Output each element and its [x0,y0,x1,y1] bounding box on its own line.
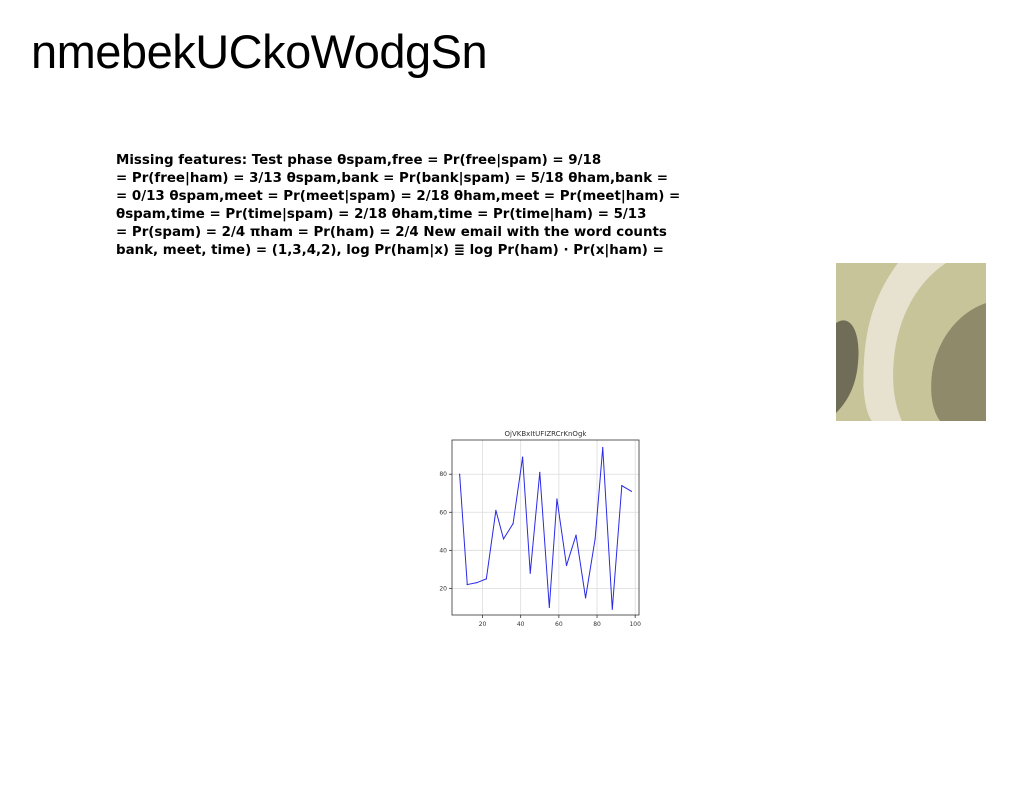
data-point [476,582,478,584]
data-point [529,572,531,574]
data-point [630,490,632,492]
data-point [459,473,461,475]
abstract-curves-image [836,263,986,421]
abstract-curves-graphic [836,263,986,421]
text-line: θspam,time = Pr(time|spam) = 2/18 θham,t… [116,207,647,222]
text-line: Missing features: Test phase θspam,free … [116,153,602,168]
text-line: = Pr(spam) = 2/4 πham = Pr(ham) = 2/4 Ne… [116,225,667,240]
data-point [602,447,604,449]
text-line: bank, meet, time) = (1,3,4,2), log Pr(ha… [116,243,664,258]
y-tick-label: 20 [439,585,447,592]
data-point [495,509,497,511]
x-tick-label: 100 [629,621,641,628]
line-chart-svg: 20 40 60 80 100 20 40 60 80 OjVKBxItUFIZRCrKnOgk [439,430,641,628]
y-tick-label: 60 [439,509,447,516]
x-tick-label: 40 [517,621,525,628]
x-tick-label: 80 [593,621,601,628]
data-point [611,608,613,610]
data-point [512,523,514,525]
data-point [565,564,568,567]
data-point [539,471,541,473]
x-tick-label: 60 [555,621,563,628]
y-tick-label: 40 [439,547,447,554]
series-line [459,447,632,610]
data-point [575,534,577,536]
data-point [485,578,487,580]
text-line: = 0/13 θspam,meet = Pr(meet|spam) = 2/18… [116,189,681,204]
page-title: nmebekUCkoWodgSn [31,25,488,78]
data-point [466,583,468,586]
text-block: Missing features: Test phase θspam,free … [116,152,736,260]
data-point [502,538,505,540]
text-line: = Pr(free|ham) = 3/13 θspam,bank = Pr(ba… [116,171,668,186]
line-chart: 20 40 60 80 100 20 40 60 80 OjVKBxItUFIZRCrKnOgk [420,424,650,634]
chart-title: OjVKBxItUFIZRCrKnOgk [505,430,588,438]
data-point [594,538,596,540]
data-point [522,456,524,458]
data-point [548,606,550,608]
y-tick-label: 80 [439,471,447,478]
x-tick-label: 20 [479,621,487,628]
data-point [556,498,558,500]
data-point [584,597,587,599]
data-point [621,485,623,487]
